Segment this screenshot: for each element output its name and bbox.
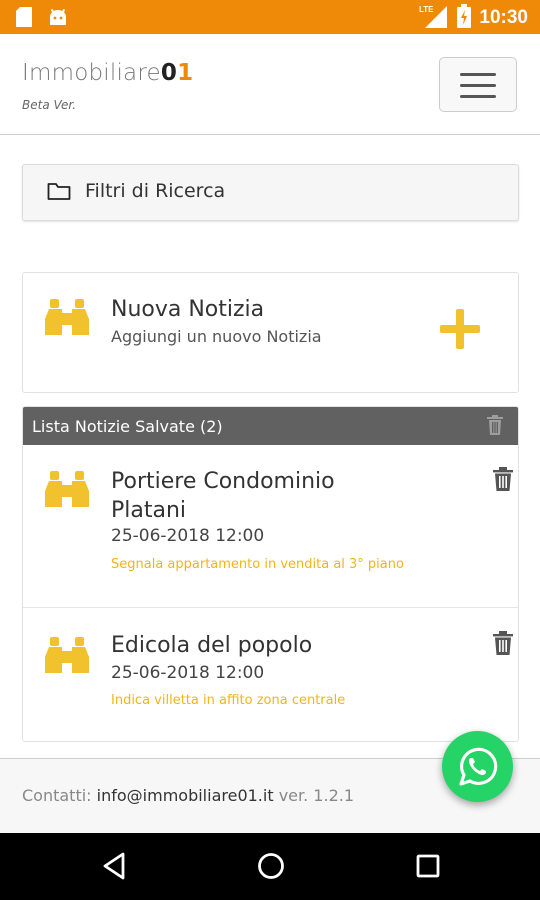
hamburger-icon-line [460, 73, 496, 76]
folder-icon [47, 181, 71, 205]
hamburger-icon-line [460, 84, 496, 87]
search-filters-toggle[interactable]: Filtri di Ricerca [22, 164, 519, 221]
new-news-card[interactable]: Nuova Notizia Aggiungi un nuovo Notizia [22, 272, 519, 393]
signal-icon: LTE [419, 4, 449, 32]
back-nav-icon[interactable] [101, 851, 127, 885]
news-description: Indica villetta in affito zona centrale [111, 693, 346, 708]
binoculars-icon [44, 297, 90, 343]
saved-news-title: Lista Notizie Salvate (2) [32, 417, 223, 436]
recents-nav-icon[interactable] [415, 851, 441, 885]
system-nav-bar [0, 833, 540, 900]
brand-number-one: 1 [177, 60, 194, 86]
new-news-title: Nuova Notizia [111, 297, 265, 322]
saved-news-list: Lista Notizie Salvate (2) Portiere Condo… [22, 406, 519, 742]
status-bar: LTE 10:30 [0, 0, 540, 34]
network-label: LTE [419, 5, 434, 14]
list-item[interactable]: Portiere Condominio Platani 25-06-2018 1… [23, 445, 518, 608]
plus-icon[interactable] [438, 307, 482, 355]
battery-icon [457, 4, 472, 32]
binoculars-icon [44, 635, 90, 681]
new-news-subtitle: Aggiungi un nuovo Notizia [111, 327, 322, 346]
app-version: ver. 1.2.1 [278, 786, 355, 805]
binoculars-icon [44, 469, 90, 515]
brand-number-zero: 0 [160, 60, 178, 86]
trash-icon[interactable] [493, 467, 513, 495]
contact-email-link[interactable]: info@immobiliare01.it [97, 786, 274, 805]
home-nav-icon[interactable] [256, 851, 286, 885]
saved-news-header: Lista Notizie Salvate (2) [23, 407, 518, 445]
search-filters-label: Filtri di Ricerca [85, 180, 226, 202]
clock: 10:30 [479, 7, 528, 28]
app-header: Immobiliare01 Beta Ver. [0, 34, 540, 135]
footer-contact: Contatti: info@immobiliare01.it ver. 1.2… [22, 786, 354, 805]
hamburger-icon-line [460, 95, 496, 98]
version-subtitle: Beta Ver. [22, 98, 77, 112]
brand-logo[interactable]: Immobiliare01 [22, 60, 193, 86]
list-item[interactable]: Edicola del popolo 25-06-2018 12:00 Indi… [23, 609, 518, 741]
news-description: Segnala appartamento in vendita al 3° pi… [111, 557, 404, 572]
trash-icon[interactable] [487, 415, 503, 439]
sd-card-icon [16, 7, 32, 31]
news-title: Portiere Condominio Platani [111, 469, 335, 523]
whatsapp-icon [459, 747, 498, 786]
contact-label: Contatti: [22, 786, 92, 805]
news-date: 25-06-2018 12:00 [111, 526, 265, 546]
android-icon [48, 7, 68, 31]
brand-text: Immobiliare [22, 60, 161, 86]
news-date: 25-06-2018 12:00 [111, 663, 265, 683]
news-title: Edicola del popolo [111, 633, 313, 658]
menu-toggle-button[interactable] [439, 57, 517, 112]
whatsapp-button[interactable] [442, 731, 513, 802]
trash-icon[interactable] [493, 631, 513, 659]
